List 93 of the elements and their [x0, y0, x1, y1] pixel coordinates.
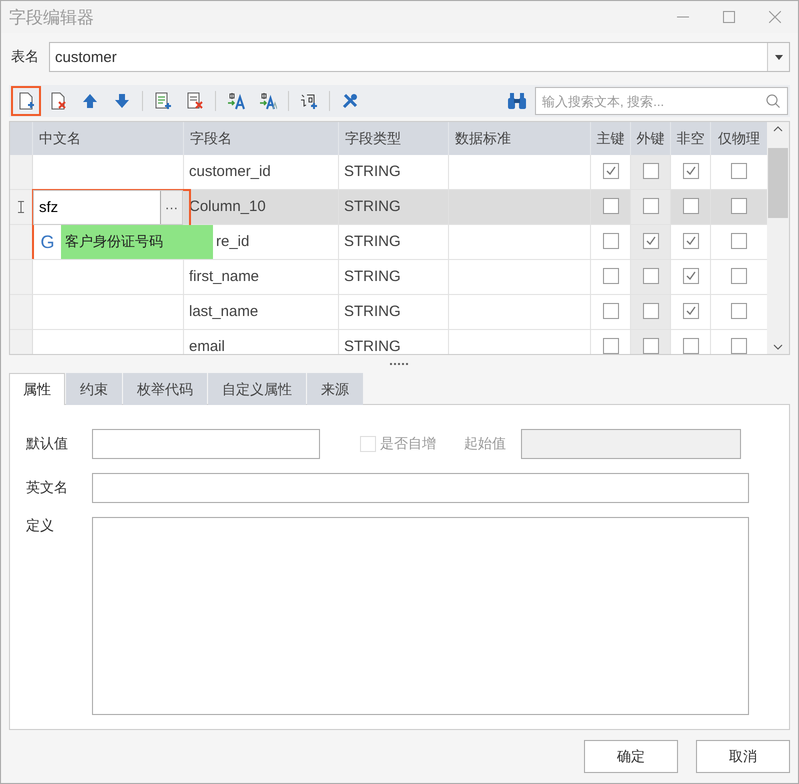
checkbox[interactable] — [731, 198, 747, 214]
checkbox[interactable] — [602, 268, 618, 284]
cell-editor[interactable]: sfz ··· — [33, 190, 183, 225]
window-title: 字段编辑器 — [9, 6, 95, 28]
checkbox[interactable] — [731, 163, 747, 179]
tab[interactable]: 枚举代码 — [123, 373, 207, 405]
tools-icon — [341, 92, 359, 110]
checkbox[interactable] — [642, 303, 658, 319]
chevron-down-icon[interactable] — [773, 344, 783, 350]
default-value-field[interactable] — [92, 429, 320, 459]
field-label: 起始值 — [464, 435, 506, 453]
table-cell: STRING — [344, 338, 401, 354]
table-cell: STRING — [344, 303, 401, 320]
table-name-label: 表名 — [11, 48, 39, 66]
check-icon — [684, 305, 696, 317]
field-label: 定义 — [26, 517, 55, 535]
down-arrow-icon — [113, 92, 131, 110]
checkbox[interactable] — [731, 268, 747, 284]
text-input[interactable]: sfz — [34, 198, 160, 217]
tab[interactable]: 自定义属性 — [208, 373, 306, 405]
tab[interactable]: 属性 — [9, 373, 65, 405]
table-cell: first_name — [189, 268, 260, 285]
text-cursor-icon — [17, 201, 25, 213]
binoculars-icon[interactable] — [507, 92, 527, 110]
checkbox[interactable] — [642, 163, 658, 179]
check-icon — [684, 235, 696, 247]
delete-file-icon — [49, 92, 67, 110]
checkbox[interactable] — [682, 338, 698, 354]
checkbox[interactable] — [682, 303, 698, 319]
suggestion-letter: G — [39, 232, 56, 252]
check-icon — [604, 165, 616, 177]
table-cell: STRING — [344, 198, 401, 215]
chevron-up-icon[interactable] — [773, 126, 783, 132]
add-list-icon — [154, 92, 172, 110]
checkbox[interactable] — [642, 198, 658, 214]
search-field[interactable]: 输入搜索文本, 搜索... — [535, 87, 788, 115]
checkbox[interactable] — [602, 233, 618, 249]
search-icon — [766, 94, 780, 108]
checkbox[interactable] — [682, 163, 698, 179]
check-icon — [644, 235, 656, 247]
checkbox[interactable] — [642, 338, 658, 354]
checkbox[interactable] — [602, 338, 618, 354]
checkbox[interactable] — [602, 163, 618, 179]
definition-field[interactable] — [92, 517, 749, 715]
table-cell: customer_id — [189, 163, 271, 180]
toolbar-button[interactable] — [11, 86, 41, 116]
table-row[interactable]: customer_id STRING — [10, 155, 767, 190]
up-arrow-icon — [81, 92, 99, 110]
table-cell: STRING — [344, 163, 401, 180]
checkbox[interactable] — [642, 268, 658, 284]
minimize-icon — [677, 16, 689, 18]
english-name-field[interactable] — [92, 473, 749, 503]
field-label: 英文名 — [26, 479, 69, 497]
scrollbar[interactable] — [767, 122, 789, 354]
ok-button[interactable]: 确定 — [584, 740, 678, 773]
suggestion-popup[interactable]: G 客户身份证号码 — [34, 225, 213, 259]
tab[interactable]: 约束 — [66, 373, 122, 405]
translate-icon — [259, 92, 277, 110]
table-cell: Column_10 — [189, 198, 266, 215]
check-icon — [684, 165, 696, 177]
checkbox[interactable] — [682, 233, 698, 249]
checkbox[interactable] — [731, 233, 747, 249]
table-row[interactable]: sfz ··· Column_10 STRING — [10, 190, 767, 225]
suggestion-text[interactable]: 客户身份证号码 — [61, 225, 213, 259]
checkbox[interactable] — [642, 233, 658, 249]
table-cell: email — [189, 338, 225, 354]
add-word-icon — [300, 92, 318, 110]
table-name-dropdown[interactable]: customer — [49, 42, 790, 72]
checkbox-label: 是否自增 — [380, 435, 436, 453]
table-cell: re_id — [216, 233, 250, 250]
table-row[interactable]: last_name STRING — [10, 295, 767, 330]
table-cell: last_name — [189, 303, 258, 320]
checkbox[interactable] — [602, 303, 618, 319]
check-icon — [684, 270, 696, 282]
close-icon — [769, 11, 781, 23]
tab[interactable]: 来源 — [307, 373, 363, 405]
checkbox[interactable] — [731, 338, 747, 354]
splitter-handle-icon[interactable] — [388, 362, 410, 366]
caret-icon — [774, 54, 782, 60]
checkbox[interactable] — [682, 198, 698, 214]
table-row[interactable]: first_name STRING — [10, 260, 767, 295]
delete-list-icon — [186, 92, 204, 110]
checkbox[interactable] — [731, 303, 747, 319]
table-cell: STRING — [344, 268, 401, 285]
maximize-icon — [723, 11, 735, 23]
cancel-button[interactable]: 取消 — [696, 740, 790, 773]
translate-icon — [227, 92, 245, 110]
table-cell: STRING — [344, 233, 401, 250]
ellipsis-button[interactable]: ··· — [160, 191, 182, 224]
checkbox[interactable] — [682, 268, 698, 284]
new-file-icon — [17, 92, 35, 110]
field-label: 默认值 — [26, 435, 69, 453]
checkbox[interactable] — [602, 198, 618, 214]
